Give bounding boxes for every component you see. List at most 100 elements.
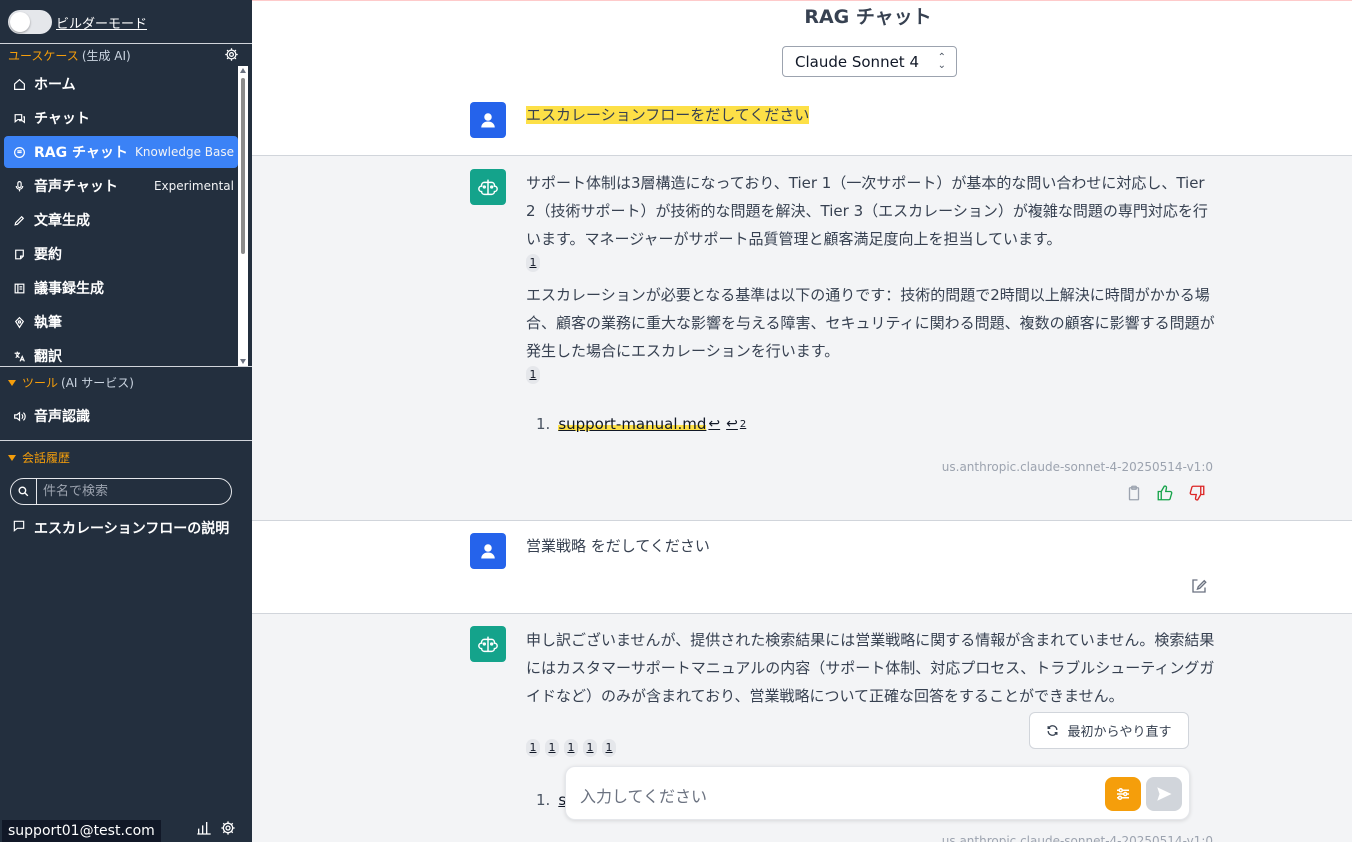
scrollbar-thumb[interactable]	[241, 78, 245, 254]
settings-gear-icon[interactable]	[220, 820, 236, 840]
sidebar-item-label: RAG チャット	[34, 145, 128, 161]
chat-input-bar	[565, 766, 1190, 820]
assistant-avatar	[470, 626, 506, 662]
history-search[interactable]	[10, 478, 232, 505]
sidebar-footer-actions	[196, 820, 236, 840]
pen-nib-icon	[12, 315, 26, 329]
backref-link[interactable]: ↩	[708, 416, 720, 432]
sidebar-item-label: 音声チャット	[34, 179, 118, 195]
builder-mode-toggle[interactable]	[8, 10, 52, 34]
usecases-settings-gear-icon[interactable]	[224, 47, 239, 66]
copy-clipboard-icon[interactable]	[1125, 484, 1143, 506]
tools-header[interactable]: ツール (AI サービス)	[8, 374, 134, 391]
model-id-label: us.anthropic.claude-sonnet-4-20250514-v1…	[941, 834, 1213, 842]
brain-circuit-icon	[478, 179, 498, 196]
history-search-input[interactable]	[43, 484, 223, 499]
select-chevron-icon: ⌃ ⌄	[937, 52, 946, 71]
thumbs-down-icon[interactable]	[1187, 484, 1207, 506]
backref-link[interactable]: ↩	[726, 416, 738, 432]
model-select[interactable]: Claude Sonnet 4 ⌃ ⌄	[782, 46, 957, 77]
history-item[interactable]: エスカレーションフローの説明	[12, 518, 229, 538]
sidebar-item-label: 執筆	[34, 315, 62, 331]
home-icon	[12, 77, 26, 91]
citation-ref[interactable]: 1	[602, 739, 616, 757]
sidebar-divider	[0, 440, 252, 441]
toggle-knob	[10, 12, 30, 32]
comment-icon	[12, 519, 26, 537]
scroll-down-arrow-icon[interactable]	[240, 359, 246, 364]
pencil-icon	[12, 213, 26, 227]
sidebar-divider	[0, 43, 252, 44]
translate-icon	[12, 349, 26, 363]
summary-icon	[12, 247, 26, 261]
page-title: RAG チャット	[804, 6, 932, 28]
history-title: 会話履歴	[22, 451, 71, 465]
citation-ref[interactable]: 1	[526, 739, 540, 757]
model-select-value: Claude Sonnet 4	[795, 52, 919, 71]
usecases-subtitle: (生成 AI)	[81, 49, 131, 63]
chat-input[interactable]	[580, 783, 1080, 805]
sidebar-item-text-generation[interactable]: 文章生成	[4, 204, 238, 236]
minutes-icon	[12, 281, 26, 295]
sidebar-item-label: 議事録生成	[34, 281, 104, 297]
scroll-up-arrow-icon[interactable]	[240, 68, 246, 73]
sidebar-item-tag: Experimental	[153, 179, 234, 193]
edit-message-icon[interactable]	[1190, 577, 1208, 599]
rag-chat-icon	[12, 145, 26, 159]
sidebar-item-writing[interactable]: 執筆	[4, 306, 238, 338]
restart-conversation-button[interactable]: 最初からやり直す	[1029, 712, 1189, 749]
user-message-text: 営業戦略 をだしてください	[526, 537, 710, 555]
sidebar-item-label: 文章生成	[34, 213, 90, 229]
tools-subtitle: (AI サービス)	[61, 376, 134, 390]
citation-row: 1	[526, 366, 545, 384]
sidebar: ビルダーモード ユースケース (生成 AI) ホーム チャット RAG チャット…	[0, 0, 252, 842]
citation-row: 1	[526, 254, 545, 272]
sliders-icon	[1117, 788, 1129, 800]
sidebar-item-label: ホーム	[34, 77, 76, 93]
backref-superscript[interactable]: 2	[740, 419, 746, 430]
citation-ref[interactable]: 1	[526, 254, 540, 272]
usecases-title: ユースケース	[8, 49, 79, 63]
sidebar-item-label: 要約	[34, 247, 62, 263]
model-id-label: us.anthropic.claude-sonnet-4-20250514-v1…	[941, 460, 1213, 474]
sidebar-item-rag-chat[interactable]: RAG チャット Knowledge Base	[4, 136, 238, 168]
chat-settings-button[interactable]	[1105, 777, 1141, 811]
source-number: 1.	[536, 791, 551, 809]
sidebar-item-voice-chat[interactable]: 音声チャット Experimental	[4, 170, 238, 202]
source-list-item: 1. s	[536, 791, 566, 809]
user-avatar	[470, 102, 506, 138]
stats-chart-icon[interactable]	[196, 820, 212, 840]
citation-ref[interactable]: 1	[526, 366, 540, 384]
assistant-paragraph: 申し訳ございませんが、提供された検索結果には営業戦略に関する情報が含まれていませ…	[526, 631, 1215, 705]
chat-icon	[12, 111, 26, 125]
builder-mode-label[interactable]: ビルダーモード	[56, 13, 147, 32]
sidebar-item-minutes[interactable]: 議事録生成	[4, 272, 238, 304]
microphone-icon	[12, 179, 26, 193]
user-icon	[481, 544, 495, 559]
usecases-header: ユースケース (生成 AI)	[8, 47, 131, 64]
citation-ref[interactable]: 1	[564, 739, 578, 757]
history-header[interactable]: 会話履歴	[8, 449, 70, 466]
tools-title: ツール	[22, 376, 59, 390]
sidebar-item-tag: Knowledge Base	[135, 145, 234, 159]
user-message-text: エスカレーションフローをだしてください	[526, 106, 810, 124]
sidebar-item-label: 翻訳	[34, 349, 62, 365]
citation-ref[interactable]: 1	[583, 739, 597, 757]
search-icon	[11, 479, 37, 504]
sidebar-item-summary[interactable]: 要約	[4, 238, 238, 270]
assistant-paragraph: サポート体制は3層構造になっており、Tier 1（一次サポート）が基本的な問い合…	[526, 174, 1208, 248]
assistant-paragraph: エスカレーションが必要となる基準は以下の通りです：技術的問題で2時間以上解決に時…	[526, 286, 1215, 360]
builder-mode-toggle-row[interactable]: ビルダーモード	[8, 10, 147, 34]
sidebar-item-speech-recognition[interactable]: 音声認識	[4, 400, 238, 432]
user-email: support01@test.com	[2, 820, 161, 842]
sidebar-item-home[interactable]: ホーム	[4, 68, 238, 100]
thumbs-up-icon[interactable]	[1155, 484, 1175, 506]
sidebar-item-translate[interactable]: 翻訳	[4, 340, 238, 366]
source-link[interactable]: support-manual.md	[558, 415, 707, 433]
send-button[interactable]	[1146, 777, 1182, 811]
usecase-scrollbar[interactable]	[238, 66, 248, 366]
sidebar-item-chat[interactable]: チャット	[4, 102, 238, 134]
source-number: 1.	[536, 415, 551, 433]
citation-ref[interactable]: 1	[545, 739, 559, 757]
user-avatar	[470, 533, 506, 569]
